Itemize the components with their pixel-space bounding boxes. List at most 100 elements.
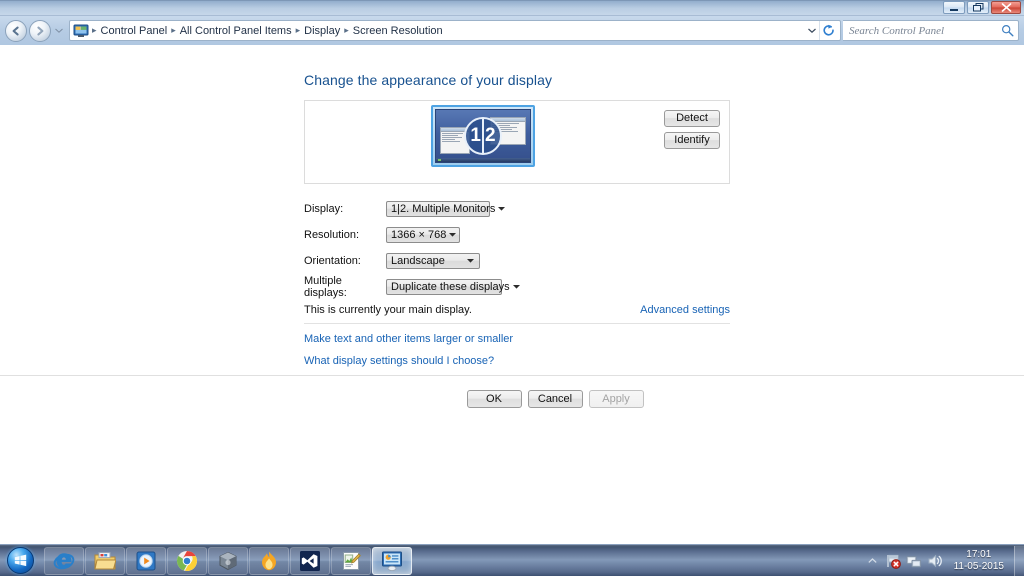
show-desktop-button[interactable] — [1014, 545, 1024, 576]
taskbar-item-maxthon-browser[interactable] — [249, 546, 289, 575]
help-links: Make text and other items larger or smal… — [304, 333, 730, 367]
form-row-orientation: Orientation: Landscape — [304, 248, 730, 274]
display-settings-help-link[interactable]: What display settings should I choose? — [304, 355, 730, 367]
display-number-badge: 1 2 — [464, 117, 502, 155]
taskbar: 17:01 11-05-2015 — [0, 544, 1024, 576]
taskbar-item-visual-studio[interactable] — [290, 546, 330, 575]
window-buttons — [943, 1, 1021, 14]
flame-icon — [261, 551, 277, 570]
refresh-icon[interactable] — [819, 21, 838, 40]
bottom-separator — [0, 375, 1024, 376]
address-dropdown-chevron-icon[interactable] — [805, 21, 819, 40]
start-button[interactable] — [0, 545, 40, 576]
virtualbox-icon — [219, 551, 237, 570]
preview-taskbar — [436, 158, 530, 162]
volume-icon[interactable] — [927, 553, 943, 569]
breadcrumb-item-display[interactable]: Display — [301, 23, 343, 39]
clock-time: 17:01 — [966, 548, 992, 560]
chevron-down-icon — [446, 233, 459, 237]
network-icon[interactable] — [906, 553, 922, 569]
control-panel-icon — [73, 23, 89, 39]
forward-button[interactable] — [29, 19, 51, 42]
taskbar-item-media-player[interactable] — [126, 546, 166, 575]
orientation-select[interactable]: Landscape — [386, 253, 480, 269]
show-hidden-icons-button[interactable] — [866, 551, 880, 571]
recent-pages-chevron-icon[interactable] — [53, 20, 64, 42]
form-row-display: Display: 1|2. Multiple Monitors — [304, 196, 730, 222]
title-bar — [0, 0, 1024, 16]
display-select-value: 1|2. Multiple Monitors — [391, 202, 496, 215]
dialog-buttons: OK Cancel Apply — [0, 390, 1024, 408]
control-panel-window: ▸ Control Panel ▸ All Control Panel Item… — [0, 0, 1024, 544]
orientation-label: Orientation: — [304, 255, 361, 267]
display-preview-panel: 1 2 Detect Identify — [304, 100, 730, 184]
page-title: Change the appearance of your display — [304, 72, 553, 88]
main-display-note: This is currently your main display. — [304, 304, 472, 316]
resolution-select-value: 1366 × 768 — [391, 228, 447, 241]
breadcrumb-bar[interactable]: ▸ Control Panel ▸ All Control Panel Item… — [69, 20, 841, 41]
advanced-settings-link[interactable]: Advanced settings — [640, 304, 730, 316]
taskbar-item-notepad-editor[interactable] — [331, 546, 371, 575]
notepad-editor-icon — [343, 551, 361, 570]
monitor-frame: 1 2 — [431, 105, 535, 167]
multiple-displays-select[interactable]: Duplicate these displays — [386, 279, 520, 295]
windows-explorer-icon — [94, 551, 116, 569]
breadcrumb-item-control-panel[interactable]: Control Panel — [98, 23, 171, 39]
breadcrumb-item-all-control-panel-items[interactable]: All Control Panel Items — [177, 23, 295, 39]
detect-button[interactable]: Detect — [664, 110, 720, 127]
address-bar: ▸ Control Panel ▸ All Control Panel Item… — [0, 16, 1024, 45]
resolution-select[interactable]: 1366 × 768 — [386, 227, 460, 243]
search-input[interactable] — [849, 24, 1001, 37]
close-button[interactable] — [991, 1, 1021, 14]
taskbar-item-windows-explorer[interactable] — [85, 546, 125, 575]
display-select[interactable]: 1|2. Multiple Monitors — [386, 201, 506, 217]
minimize-button[interactable] — [943, 1, 965, 14]
internet-explorer-icon — [53, 552, 75, 569]
clock-date: 11-05-2015 — [953, 560, 1004, 572]
taskbar-items — [44, 546, 866, 575]
clock[interactable]: 17:01 11-05-2015 — [948, 549, 1010, 573]
back-button[interactable] — [5, 19, 27, 42]
orientation-select-value: Landscape — [391, 254, 445, 267]
client-area: Change the appearance of your display 1 … — [0, 45, 1024, 544]
chevron-down-icon — [464, 259, 477, 263]
media-player-icon — [136, 551, 156, 570]
google-chrome-icon — [176, 550, 197, 571]
form-row-resolution: Resolution: 1366 × 768 — [304, 222, 730, 248]
ok-button[interactable]: OK — [466, 390, 522, 408]
taskbar-item-google-chrome[interactable] — [167, 546, 207, 575]
action-center-icon[interactable] — [885, 553, 901, 569]
settings-form: Display: 1|2. Multiple Monitors Resoluti… — [304, 196, 730, 367]
breadcrumb-item-screen-resolution[interactable]: Screen Resolution — [350, 23, 446, 39]
form-row-multiple-displays: Multiple displays: Duplicate these displ… — [304, 274, 730, 300]
multiple-displays-label: Multiple displays: — [304, 275, 347, 299]
main-display-row: This is currently your main display. Adv… — [304, 304, 730, 324]
apply-button: Apply — [588, 390, 644, 408]
system-tray: 17:01 11-05-2015 — [866, 549, 1014, 573]
visual-studio-icon — [300, 550, 320, 571]
make-text-larger-link[interactable]: Make text and other items larger or smal… — [304, 333, 730, 345]
chevron-down-icon — [510, 285, 523, 289]
multiple-displays-select-value: Duplicate these displays — [391, 280, 510, 293]
search-icon — [1001, 24, 1014, 37]
cancel-button[interactable]: Cancel — [527, 390, 583, 408]
identify-button[interactable]: Identify — [664, 132, 720, 149]
badge-divider — [482, 118, 484, 154]
monitor-preview[interactable]: 1 2 — [431, 105, 535, 167]
chevron-down-icon — [495, 207, 508, 211]
display-label: Display: — [304, 203, 344, 215]
maximize-restore-button[interactable] — [967, 1, 989, 14]
display-number-2: 2 — [485, 125, 496, 146]
resolution-label: Resolution: — [304, 229, 360, 241]
monitor-screen: 1 2 — [435, 109, 531, 163]
display-number-1: 1 — [470, 125, 481, 146]
control-panel-window-icon — [382, 551, 402, 571]
preview-side-buttons: Detect Identify — [664, 110, 720, 149]
breadcrumb: ▸ Control Panel ▸ All Control Panel Item… — [91, 23, 805, 39]
search-box[interactable] — [843, 20, 1019, 41]
taskbar-item-internet-explorer[interactable] — [44, 546, 84, 575]
taskbar-item-control-panel[interactable] — [372, 546, 412, 575]
screen-resolution-page: Change the appearance of your display 1 … — [304, 72, 730, 367]
windows-logo-icon — [6, 547, 34, 574]
taskbar-item-virtualbox[interactable] — [208, 546, 248, 575]
